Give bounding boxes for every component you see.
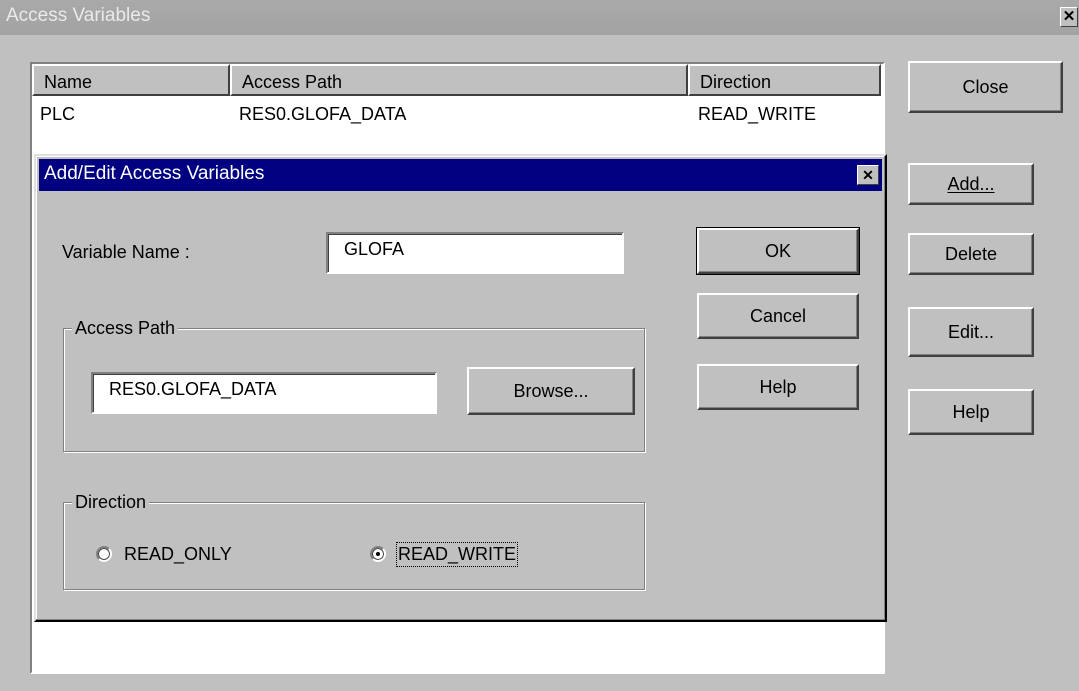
window-close-button[interactable]: ✕ <box>1060 7 1078 27</box>
variable-name-label: Variable Name : <box>62 242 190 262</box>
direction-group-label: Direction <box>72 492 150 513</box>
cancel-button[interactable]: Cancel <box>697 293 859 339</box>
close-icon: ✕ <box>862 167 874 183</box>
radio-unselected-icon <box>96 546 112 562</box>
close-button[interactable]: Close <box>908 61 1063 113</box>
delete-button-label: Delete <box>944 243 998 264</box>
access-path-field[interactable]: RES0.GLOFA_DATA <box>91 372 437 414</box>
radio-read-only[interactable]: READ_ONLY <box>96 542 296 568</box>
radio-read-write[interactable]: READ_WRITE <box>370 542 570 568</box>
table-row[interactable]: PLC RES0.GLOFA_DATA READ_WRITE <box>32 100 881 126</box>
access-path-group-label: Access Path <box>72 318 179 339</box>
column-header-access-path[interactable]: Access Path <box>230 64 688 96</box>
edit-button[interactable]: Edit... <box>908 307 1034 357</box>
access-path-value: RES0.GLOFA_DATA <box>109 379 277 399</box>
dialog-titlebar: Add/Edit Access Variables ✕ <box>39 159 882 191</box>
edit-button-label: Edit... <box>947 321 995 342</box>
dialog-close-button[interactable]: ✕ <box>857 165 879 185</box>
cell-access-path: RES0.GLOFA_DATA <box>239 104 407 124</box>
help-button[interactable]: Help <box>908 389 1034 435</box>
window-title: Access Variables <box>6 5 151 26</box>
close-icon: ✕ <box>1062 8 1076 25</box>
variable-name-value: GLOFA <box>344 239 405 259</box>
dialog-help-button[interactable]: Help <box>697 364 859 410</box>
browse-button[interactable]: Browse... <box>467 367 635 415</box>
column-header-direction[interactable]: Direction <box>688 64 881 96</box>
cell-name: PLC <box>40 104 76 124</box>
radio-selected-icon <box>370 546 386 562</box>
add-button[interactable]: Add... <box>908 163 1034 205</box>
variable-name-field[interactable]: GLOFA <box>326 232 624 274</box>
radio-read-only-label: READ_ONLY <box>124 544 232 564</box>
radio-read-write-label: READ_WRITE <box>395 542 519 567</box>
add-edit-dialog: Add/Edit Access Variables ✕ Variable Nam… <box>34 154 887 622</box>
add-button-label: Add... <box>947 173 995 194</box>
delete-button[interactable]: Delete <box>908 233 1034 275</box>
dialog-title: Add/Edit Access Variables <box>44 163 265 184</box>
column-header-name[interactable]: Name <box>32 64 230 96</box>
cell-direction: READ_WRITE <box>698 104 817 124</box>
window-titlebar: Access Variables ✕ <box>0 0 1079 35</box>
ok-button[interactable]: OK <box>696 227 860 275</box>
